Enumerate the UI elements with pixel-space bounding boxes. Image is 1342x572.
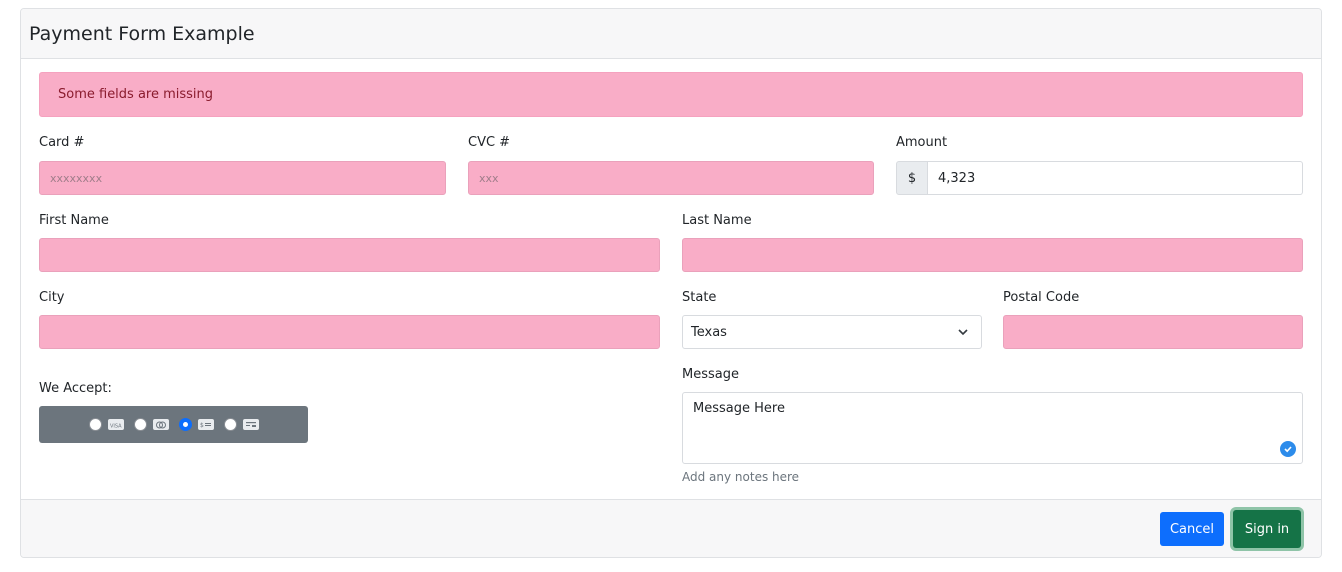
first-name-label: First Name	[39, 213, 109, 228]
page-title: Payment Form Example	[29, 22, 255, 45]
card-footer: Cancel Sign in	[21, 499, 1321, 557]
card-type-radio-group: VISA $	[39, 406, 308, 443]
last-name-label: Last Name	[682, 213, 752, 228]
error-alert: Some fields are missing	[39, 72, 1303, 117]
alert-text: Some fields are missing	[58, 87, 214, 102]
radio-visa[interactable]	[88, 418, 102, 431]
check-icon	[1280, 441, 1296, 457]
first-name-input[interactable]	[39, 238, 660, 272]
card-number-input[interactable]: xxxxxxxx	[39, 161, 446, 195]
message-text: Message Here	[693, 401, 785, 416]
card-number-placeholder: xxxxxxxx	[50, 171, 103, 185]
chevron-down-icon	[958, 329, 968, 336]
message-label: Message	[682, 367, 739, 382]
state-selected-value: Texas	[691, 324, 727, 340]
svg-text:VISA: VISA	[110, 423, 122, 428]
cvc-input[interactable]: xxx	[468, 161, 874, 195]
payment-form-card: Payment Form Example Some fields are mis…	[20, 8, 1322, 558]
message-hint: Add any notes here	[682, 470, 800, 484]
currency-prefix: $	[896, 161, 928, 195]
visa-card-icon: VISA	[107, 419, 124, 430]
cvc-label: CVC #	[468, 135, 511, 150]
radio-money[interactable]	[178, 418, 192, 431]
cancel-button[interactable]: Cancel	[1160, 512, 1224, 546]
svg-text:$: $	[200, 422, 204, 428]
generic-card-icon	[242, 419, 259, 430]
sign-in-button[interactable]: Sign in	[1233, 510, 1301, 548]
city-label: City	[39, 290, 65, 305]
last-name-input[interactable]	[682, 238, 1303, 272]
state-label: State	[682, 290, 717, 305]
mastercard-icon	[152, 419, 169, 430]
city-input[interactable]	[39, 315, 660, 349]
postal-code-label: Postal Code	[1003, 290, 1080, 305]
radio-option-money[interactable]: $	[178, 418, 214, 431]
radio-generic[interactable]	[223, 418, 237, 431]
postal-code-input[interactable]	[1003, 315, 1303, 349]
cvc-placeholder: xxx	[479, 171, 499, 185]
amount-input[interactable]: 4,323	[928, 161, 1303, 195]
radio-option-visa[interactable]: VISA	[88, 418, 124, 431]
state-select[interactable]: Texas	[682, 315, 982, 349]
radio-option-mastercard[interactable]	[133, 418, 169, 431]
card-header: Payment Form Example	[21, 9, 1321, 59]
radio-mastercard[interactable]	[133, 418, 147, 431]
radio-option-generic[interactable]	[223, 418, 259, 431]
money-card-icon: $	[197, 419, 214, 430]
amount-input-group: $ 4,323	[896, 161, 1303, 195]
message-textarea[interactable]: Message Here	[682, 392, 1303, 464]
we-accept-label: We Accept:	[39, 381, 112, 396]
amount-label: Amount	[896, 135, 948, 150]
card-number-label: Card #	[39, 135, 85, 150]
